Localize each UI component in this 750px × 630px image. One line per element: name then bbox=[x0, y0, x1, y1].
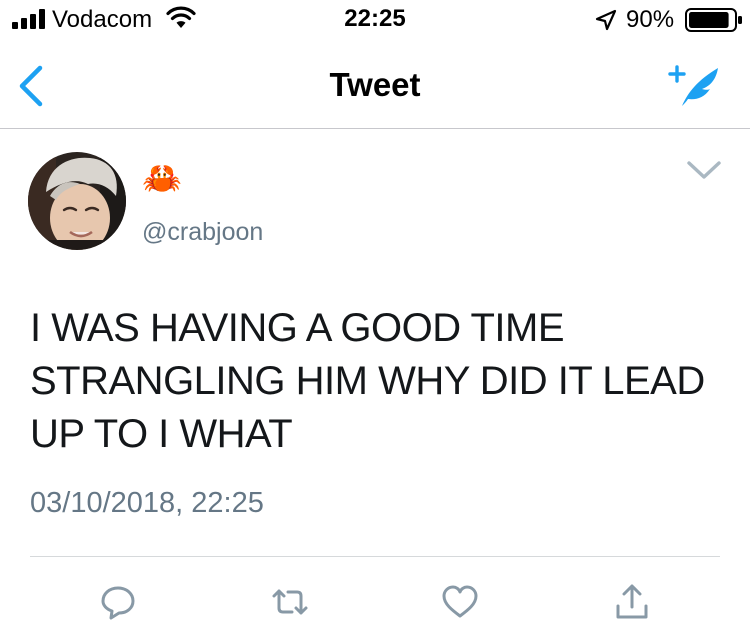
avatar[interactable] bbox=[28, 152, 126, 250]
user-handle[interactable]: @crabjoon bbox=[142, 218, 263, 247]
battery-percent: 90% bbox=[626, 6, 675, 33]
retweet-icon[interactable] bbox=[270, 582, 310, 622]
status-clock: 22:25 bbox=[344, 5, 406, 32]
compose-feather-icon bbox=[668, 65, 718, 106]
share-icon[interactable] bbox=[612, 582, 652, 622]
battery-icon bbox=[685, 8, 742, 32]
divider bbox=[30, 556, 720, 557]
location-arrow-icon bbox=[595, 9, 617, 31]
display-name[interactable]: 🦀 bbox=[142, 158, 182, 198]
carrier-name: Vodacom bbox=[52, 6, 153, 33]
tweet-text: I WAS HAVING A GOOD TIME STRANGLING HIM … bbox=[30, 306, 705, 456]
compose-tweet-button[interactable] bbox=[664, 62, 722, 110]
signal-bars-icon bbox=[12, 9, 45, 29]
chevron-down-icon[interactable] bbox=[686, 158, 722, 182]
reply-icon[interactable] bbox=[98, 582, 138, 622]
page-title: Tweet bbox=[329, 66, 421, 103]
tweet-timestamp: 03/10/2018, 22:25 bbox=[30, 487, 264, 519]
like-icon[interactable] bbox=[440, 582, 480, 622]
status-bar: Vodacom 22:25 90% bbox=[0, 0, 750, 40]
navigation-bar: Tweet bbox=[0, 40, 750, 129]
wifi-icon bbox=[166, 6, 196, 28]
